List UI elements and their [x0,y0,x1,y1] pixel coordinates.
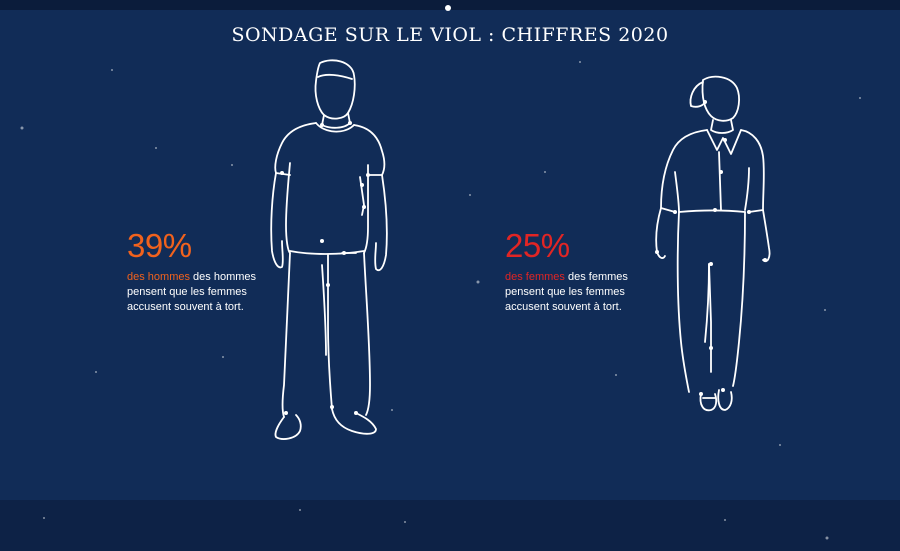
page-title: SONDAGE SUR LE VIOL : CHIFFRES 2020 [231,24,669,46]
men-stat: 39% des hommes des hommes pensent que le… [127,228,267,315]
woman-figure-icon [655,75,771,412]
man-figure-icon [270,59,388,440]
women-percent: 25% [505,227,570,264]
men-description: des hommes des hommes pensent que les fe… [127,270,267,315]
men-percent: 39% [127,227,192,264]
men-highlight: des hommes [127,271,190,283]
women-highlight: des femmes [505,271,565,283]
women-stat: 25% des femmes des femmes pensent que le… [505,228,645,315]
women-description: des femmes des femmes pensent que les fe… [505,270,645,315]
